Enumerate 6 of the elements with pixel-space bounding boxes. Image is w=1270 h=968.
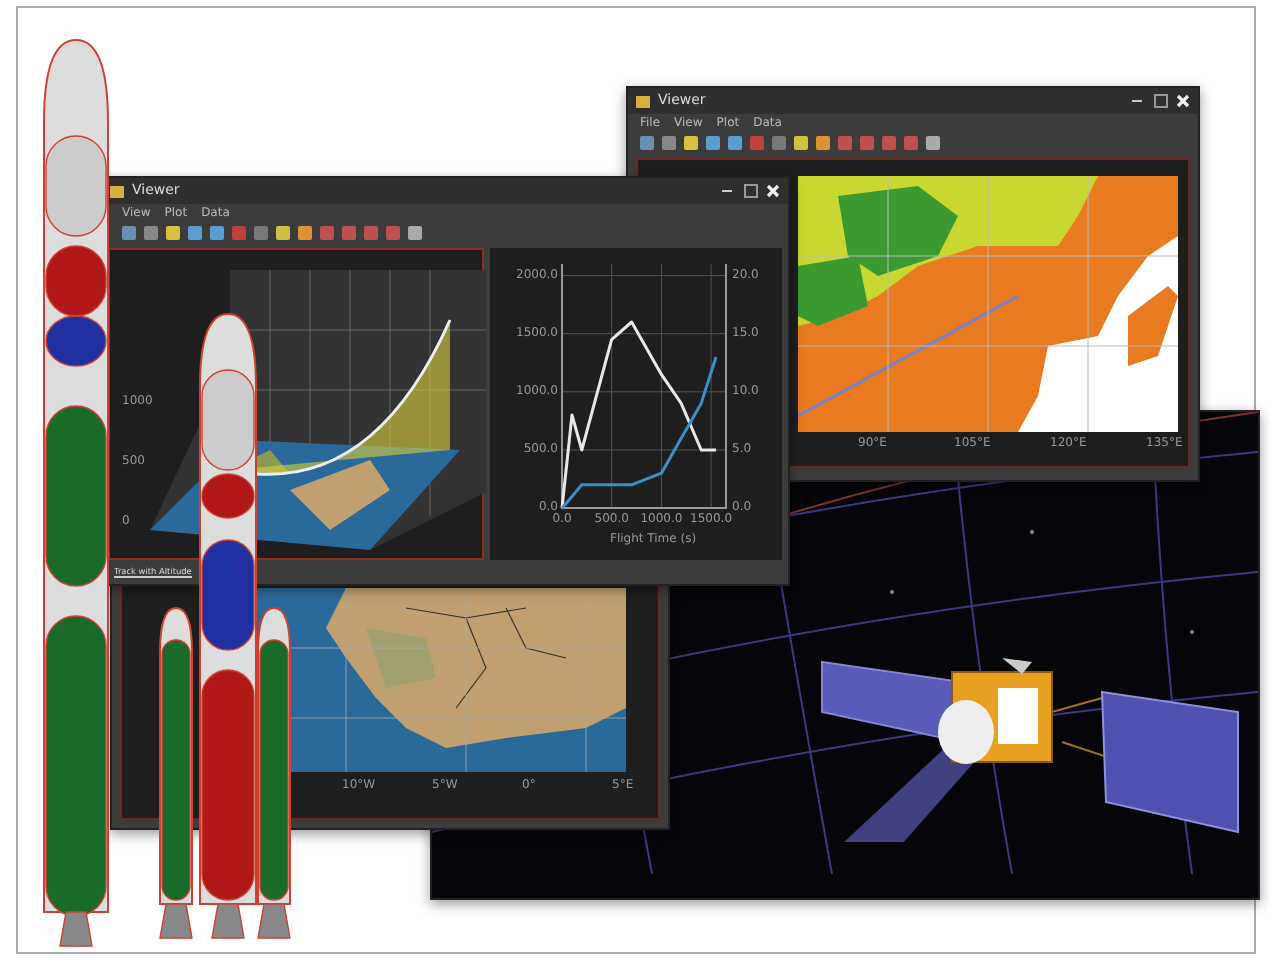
window-icon <box>110 185 124 197</box>
close-icon[interactable] <box>1176 94 1190 108</box>
window-icon <box>636 95 650 107</box>
maximize-button[interactable] <box>1154 94 1168 108</box>
close-icon[interactable] <box>766 184 780 198</box>
maximize-button[interactable] <box>744 184 758 198</box>
